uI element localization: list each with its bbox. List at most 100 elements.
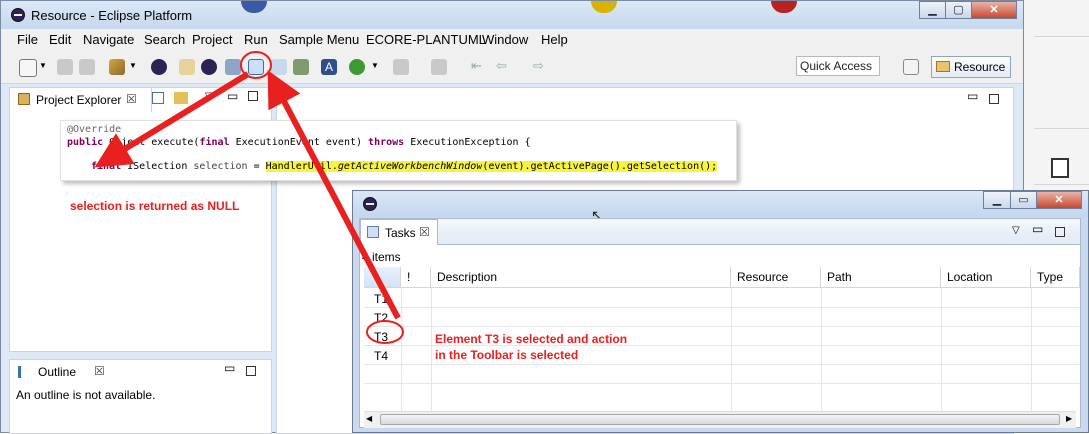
close-tab-icon[interactable]: ☒ — [94, 364, 105, 378]
menu-ecore-plantuml[interactable]: ECORE-PLANTUML — [366, 32, 486, 47]
menu-help[interactable]: Help — [541, 32, 568, 47]
column-header-path[interactable]: Path — [821, 267, 941, 288]
menu-edit[interactable]: Edit — [49, 32, 71, 47]
menu-search[interactable]: Search — [144, 32, 185, 47]
view-menu-icon[interactable]: ▽ — [205, 91, 213, 102]
tab-outline[interactable]: Outline — [38, 365, 76, 379]
background-blob — [771, 1, 797, 13]
next-annotation-icon[interactable] — [393, 59, 409, 75]
outline-panel: Outline ☒ ▭ An outline is not available. — [9, 359, 272, 434]
minimize-view-icon[interactable]: ▭ — [1032, 222, 1043, 236]
task-row-t4[interactable]: T4 — [374, 349, 388, 363]
link-with-editor-icon[interactable] — [174, 92, 188, 104]
maximize-view-icon[interactable] — [1055, 227, 1065, 237]
new-icon[interactable] — [19, 59, 37, 77]
wand-icon[interactable] — [109, 59, 125, 75]
menu-navigate[interactable]: Navigate — [83, 32, 134, 47]
code-selection-line: final ISelection selection = HandlerUtil… — [91, 161, 718, 172]
eclipse-icon — [11, 8, 25, 22]
minimize-button[interactable]: ▁ — [919, 1, 946, 19]
project-explorer-icon — [18, 93, 30, 105]
perspective-resource-button[interactable]: Resource — [931, 56, 1011, 78]
minimize-view-icon[interactable]: ▭ — [227, 89, 238, 103]
column-header-resource[interactable]: Resource — [731, 267, 821, 288]
column-header-type[interactable]: Type — [1031, 267, 1080, 288]
column-header-checkbox[interactable] — [364, 267, 401, 288]
dropdown-icon[interactable]: ▼ — [371, 61, 379, 70]
task-row-t2[interactable]: T2 — [374, 311, 388, 325]
close-button[interactable]: ✕ — [1036, 191, 1082, 209]
code-annotation: @Override — [67, 124, 122, 135]
scroll-left-icon[interactable]: ◀ — [366, 414, 372, 423]
column-header-description[interactable]: Description — [431, 267, 731, 288]
list-icon[interactable] — [271, 59, 287, 75]
run-icon[interactable] — [349, 59, 365, 75]
open-perspective-icon[interactable] — [903, 59, 919, 75]
save-all-icon[interactable] — [79, 59, 95, 75]
outline-message: An outline is not available. — [16, 388, 156, 402]
outline-icon — [18, 366, 30, 378]
menu-file[interactable]: File — [17, 32, 38, 47]
maximize-view-icon[interactable] — [248, 91, 258, 101]
tasks-icon — [367, 226, 379, 238]
tab-strip: Tasks ☒ ▽ ▭ — [360, 219, 1080, 245]
close-button[interactable]: ✕ — [971, 1, 1017, 19]
console-icon[interactable] — [293, 59, 309, 75]
minimize-button[interactable]: ▁ — [983, 191, 1011, 209]
tab-label: Project Explorer — [36, 93, 122, 107]
tab-tasks[interactable]: Tasks ☒ — [360, 219, 438, 245]
minimize-view-icon[interactable]: ▭ — [967, 89, 978, 103]
task-row-t3[interactable]: T3 — [374, 330, 388, 344]
tab-label: Tasks — [385, 226, 416, 240]
window-title: Resource - Eclipse Platform — [31, 8, 193, 23]
title-bar: Resource - Eclipse Platform ▁ ▢ ✕ — [1, 1, 1023, 29]
minimize-view-icon[interactable]: ▭ — [224, 361, 235, 375]
collapse-all-icon[interactable] — [152, 92, 164, 104]
plugin-icon[interactable] — [201, 59, 217, 75]
background-blob — [591, 1, 617, 13]
last-edit-icon[interactable]: ⇤ — [471, 58, 482, 74]
tasks-window: ↖ ▁ ▭ ✕ Tasks ☒ ▽ ▭ 4 items ! Descriptio… — [352, 190, 1089, 433]
close-tab-icon[interactable]: ☒ — [419, 225, 430, 239]
background-blob — [241, 1, 267, 13]
main-toolbar: ▼ ▼ A ▼ ⇤ ⇦ ⇨ Quick Access Resource — [1, 51, 1023, 84]
dropdown-icon[interactable]: ▼ — [129, 61, 137, 70]
annotation-element-selected-2: in the Toolbar is selected — [435, 348, 579, 362]
menu-window[interactable]: Window — [482, 32, 528, 47]
quick-access-field[interactable]: Quick Access — [796, 56, 880, 76]
view-menu-icon[interactable]: ▽ — [1012, 225, 1020, 236]
save-icon[interactable] — [57, 59, 73, 75]
tasks-table: ! Description Resource Path Location Typ… — [364, 267, 1080, 417]
folder-icon — [936, 61, 950, 72]
maximize-button[interactable]: ▢ — [945, 1, 972, 19]
menu-bar: File Edit Navigate Search Project Run Sa… — [1, 29, 1023, 51]
task-count: 4 items — [362, 250, 401, 264]
horizontal-scrollbar[interactable]: ◀ ▶ — [364, 411, 1076, 428]
scroll-right-icon[interactable]: ▶ — [1066, 414, 1072, 423]
eclipse-icon — [363, 197, 377, 211]
maximize-view-icon[interactable] — [989, 94, 999, 104]
dropdown-icon[interactable]: ▼ — [39, 61, 47, 70]
ecore-icon[interactable] — [151, 59, 167, 75]
menu-run[interactable]: Run — [244, 32, 268, 47]
code-method-signature: public Object execute(final ExecutionEve… — [67, 137, 531, 148]
link-icon[interactable] — [225, 59, 241, 75]
restore-button[interactable]: ▭ — [1010, 191, 1037, 209]
tree-icon[interactable] — [179, 59, 195, 75]
task-row-t1[interactable]: T1 — [374, 292, 388, 306]
tab-project-explorer[interactable]: Project Explorer ☒ — [10, 88, 152, 112]
prev-annotation-icon[interactable] — [431, 59, 447, 75]
annotation-element-selected-1: Element T3 is selected and action — [435, 332, 628, 346]
close-tab-icon[interactable]: ☒ — [126, 92, 137, 106]
column-header-priority[interactable]: ! — [401, 267, 431, 288]
menu-project[interactable]: Project — [192, 32, 232, 47]
back-icon[interactable]: ⇦ — [496, 58, 507, 74]
maximize-view-icon[interactable] — [246, 366, 256, 376]
action-button-icon[interactable] — [248, 59, 264, 75]
desktop-icon[interactable] — [1051, 158, 1069, 178]
column-header-location[interactable]: Location — [941, 267, 1031, 288]
type-icon[interactable]: A — [321, 59, 337, 75]
scroll-thumb[interactable] — [380, 414, 1060, 425]
forward-icon[interactable]: ⇨ — [533, 58, 544, 74]
menu-sample-menu[interactable]: Sample Menu — [279, 32, 359, 47]
